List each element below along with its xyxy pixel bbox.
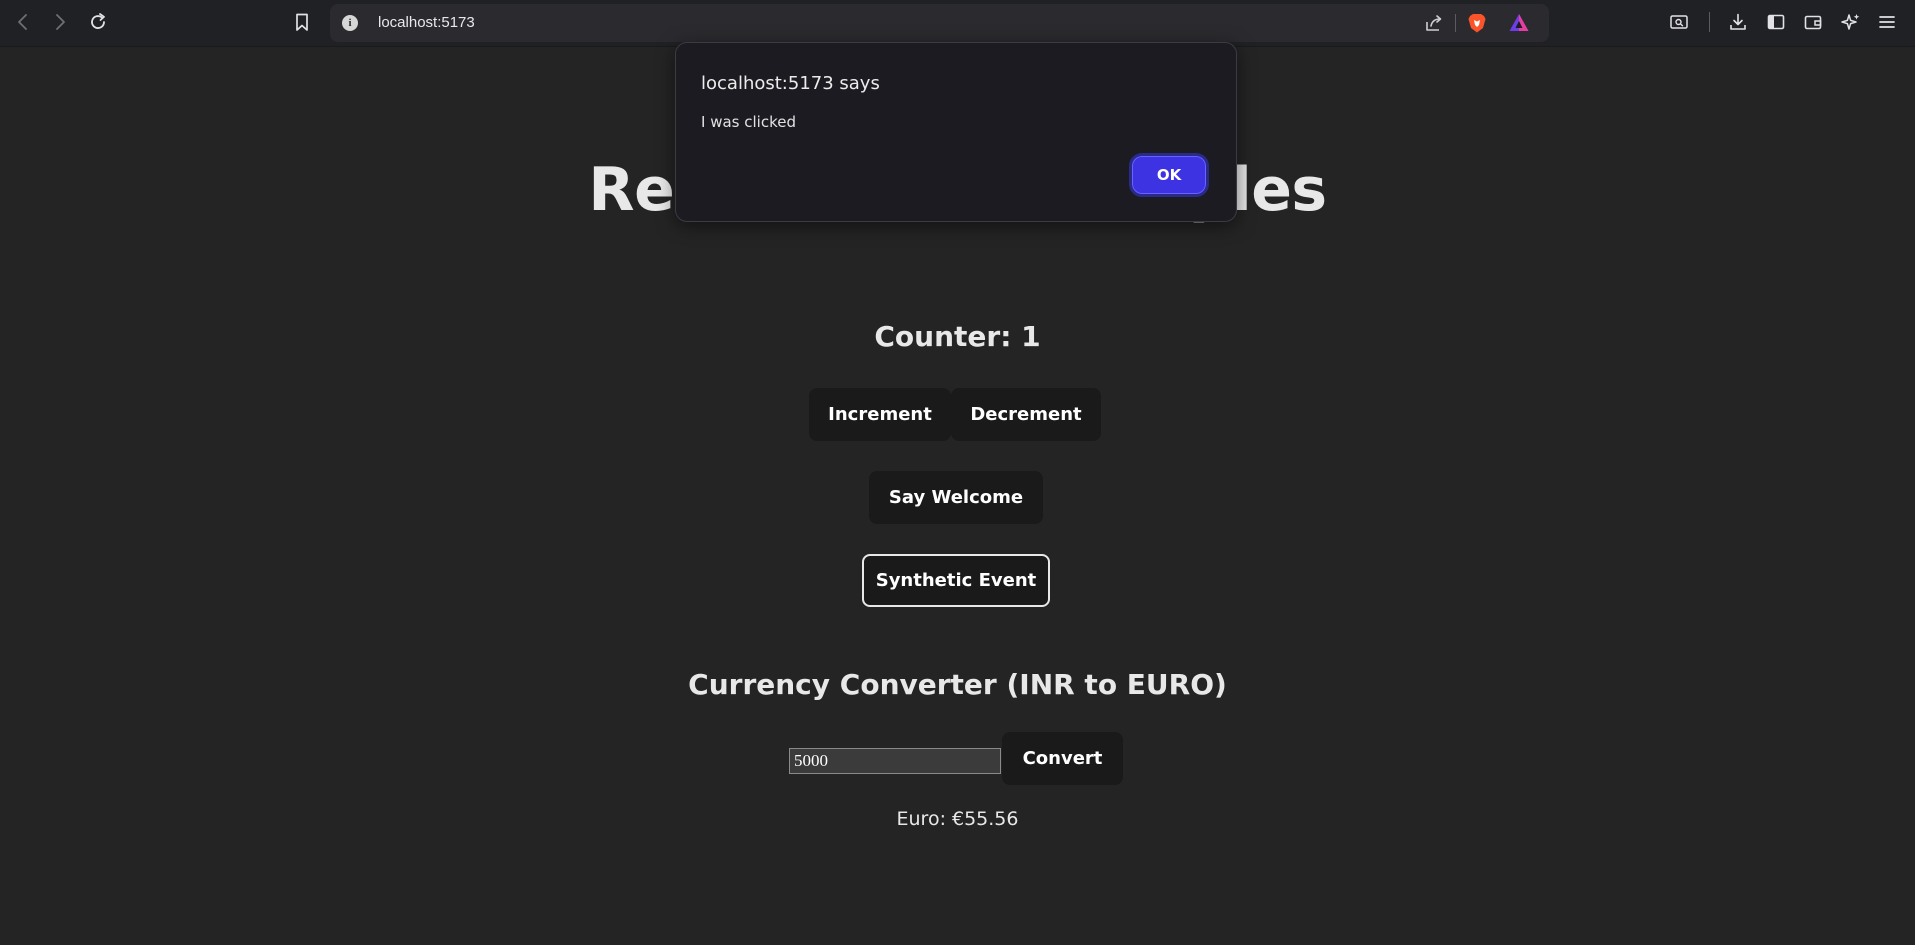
forward-icon[interactable] [46, 8, 74, 36]
back-icon[interactable] [9, 8, 37, 36]
sidebar-icon[interactable] [1762, 8, 1790, 36]
dialog-ok-button[interactable]: OK [1129, 153, 1209, 197]
alert-dialog: localhost:5173 says I was clicked OK [675, 42, 1237, 222]
share-icon[interactable] [1424, 13, 1444, 33]
search-tabs-icon[interactable] [1665, 8, 1693, 36]
brave-shields-icon[interactable] [1466, 12, 1488, 34]
reload-icon[interactable] [84, 8, 112, 36]
dialog-origin: localhost:5173 says [701, 73, 880, 94]
browser-toolbar: i localhost:5173 [0, 0, 1915, 47]
synthetic-event-button[interactable]: Synthetic Event [862, 554, 1050, 607]
menu-icon[interactable] [1873, 8, 1901, 36]
toolbar-divider [1709, 12, 1710, 32]
wallet-icon[interactable] [1799, 8, 1827, 36]
counter-display: Counter: 1 [874, 320, 1041, 353]
conversion-result: Euro: €55.56 [896, 808, 1019, 830]
downloads-icon[interactable] [1724, 8, 1752, 36]
site-info-icon[interactable]: i [342, 15, 358, 31]
bookmark-icon[interactable] [288, 8, 316, 36]
increment-button[interactable]: Increment [809, 388, 951, 441]
brave-rewards-icon[interactable] [1508, 12, 1530, 34]
url-text[interactable]: localhost:5173 [378, 14, 475, 31]
leo-ai-icon[interactable] [1837, 8, 1865, 36]
omnibox-divider [1455, 14, 1456, 32]
say-welcome-button[interactable]: Say Welcome [869, 471, 1043, 524]
dialog-message: I was clicked [701, 113, 796, 131]
amount-input[interactable] [789, 748, 1001, 774]
address-bar[interactable]: i localhost:5173 [330, 4, 1549, 42]
currency-converter-title: Currency Converter (INR to EURO) [688, 668, 1227, 701]
decrement-button[interactable]: Decrement [951, 388, 1101, 441]
convert-button[interactable]: Convert [1002, 732, 1123, 785]
